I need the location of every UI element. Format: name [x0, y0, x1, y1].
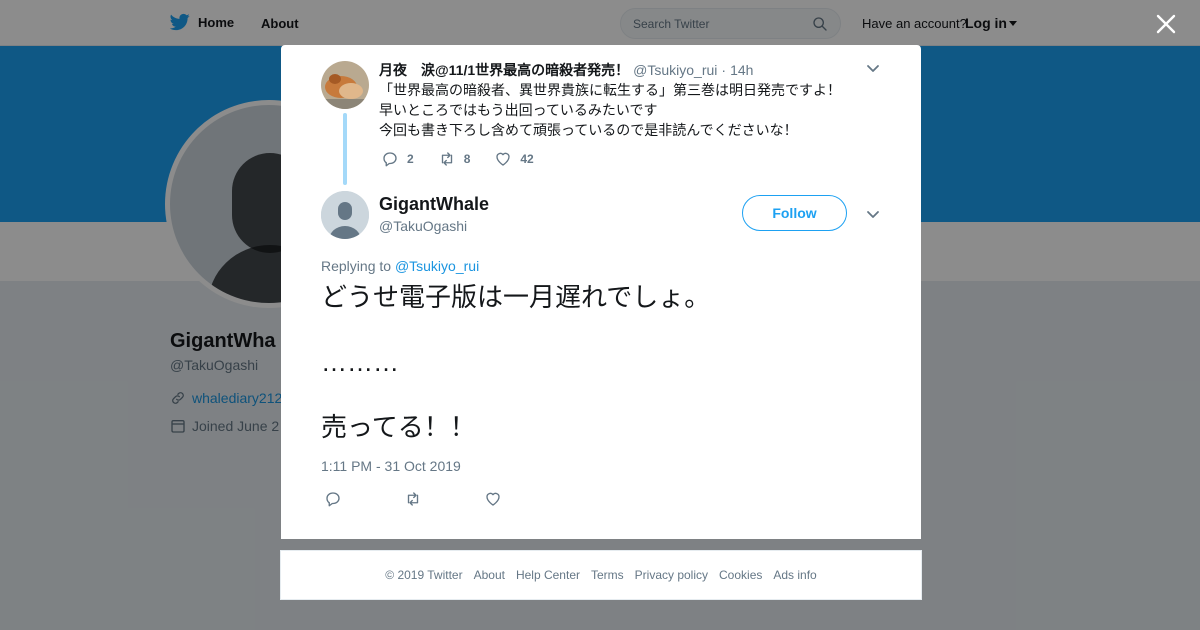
footer-link-privacy[interactable]: Privacy policy [635, 568, 708, 582]
replying-to: Replying to @Tsukiyo_rui [321, 258, 479, 274]
footer-link-help-center[interactable]: Help Center [516, 568, 580, 582]
separator-dot: · [721, 62, 727, 78]
ancestor-avatar[interactable] [321, 61, 369, 109]
thread-connector-line [343, 113, 347, 185]
ancestor-timestamp[interactable]: 14h [730, 62, 753, 78]
main-tweet-text: どうせ電子版は一月遅れでしょ。 ……… 売ってる！！ [321, 281, 881, 476]
reply-count: 2 [407, 152, 414, 166]
chevron-down-icon[interactable] [865, 206, 881, 222]
ancestor-tweet-text: 「世界最高の暗殺者、異世界貴族に転生する」第三巻は明日発売ですよ！ 早いところで… [379, 80, 859, 140]
avatar-image [321, 61, 369, 109]
like-count: 42 [520, 152, 534, 166]
footer-link-terms[interactable]: Terms [591, 568, 624, 582]
retweet-button[interactable]: 8 [438, 150, 471, 168]
retweet-icon[interactable] [404, 490, 422, 508]
tweet-permalink-modal: 月夜 涙@11/1世界最高の暗殺者発売！ @Tsukiyo_rui · 14h … [281, 45, 921, 539]
tweet-text-line: 早いところではもう出回っているみたいです [379, 102, 658, 118]
follow-button[interactable]: Follow [742, 195, 847, 231]
main-author-handle[interactable]: @TakuOgashi [379, 218, 467, 234]
heart-icon [496, 152, 511, 166]
main-tweet-actions [324, 490, 564, 508]
close-icon[interactable] [1154, 12, 1178, 36]
ancestor-author-handle[interactable]: @Tsukiyo_rui [633, 62, 717, 78]
tweet-text-line: 今回も書き下ろし含めて頑張っているので是非読んでくださいな！ [379, 122, 798, 138]
tweet-paragraph: どうせ電子版は一月遅れでしょ。 [321, 282, 711, 312]
ancestor-author-name[interactable]: 月夜 涙@11/1世界最高の暗殺者発売！ [379, 60, 629, 80]
default-avatar-icon [321, 191, 369, 239]
reply-icon[interactable] [324, 490, 342, 508]
site-footer: © 2019 Twitter About Help Center Terms P… [280, 550, 922, 600]
main-author-avatar[interactable] [321, 191, 369, 239]
tweet-text-line: 「世界最高の暗殺者、異世界貴族に転生する」第三巻は明日発売ですよ！ [379, 82, 841, 98]
main-tweet-timestamp[interactable]: 1:11 PM - 31 Oct 2019 [321, 458, 461, 474]
retweet-icon [441, 152, 452, 166]
reply-icon [383, 152, 397, 167]
heart-icon[interactable] [484, 490, 502, 508]
chevron-down-icon[interactable] [865, 60, 881, 76]
main-author-name[interactable]: GigantWhale [379, 194, 489, 215]
footer-link-cookies[interactable]: Cookies [719, 568, 762, 582]
ancestor-tweet-actions: 2 8 42 [381, 150, 558, 168]
ancestor-tweet-header: 月夜 涙@11/1世界最高の暗殺者発売！ @Tsukiyo_rui · 14h [379, 60, 753, 80]
replying-prefix: Replying to [321, 258, 392, 274]
retweet-count: 8 [463, 152, 471, 166]
like-button[interactable]: 42 [494, 150, 534, 168]
tweet-paragraph: ……… [321, 347, 399, 377]
replying-to-link[interactable]: @Tsukiyo_rui [395, 258, 479, 274]
footer-copyright: © 2019 Twitter [385, 568, 463, 582]
footer-link-about[interactable]: About [474, 568, 505, 582]
tweet-paragraph: 売ってる！！ [321, 412, 476, 442]
footer-link-ads-info[interactable]: Ads info [773, 568, 816, 582]
reply-button[interactable]: 2 [381, 150, 414, 168]
